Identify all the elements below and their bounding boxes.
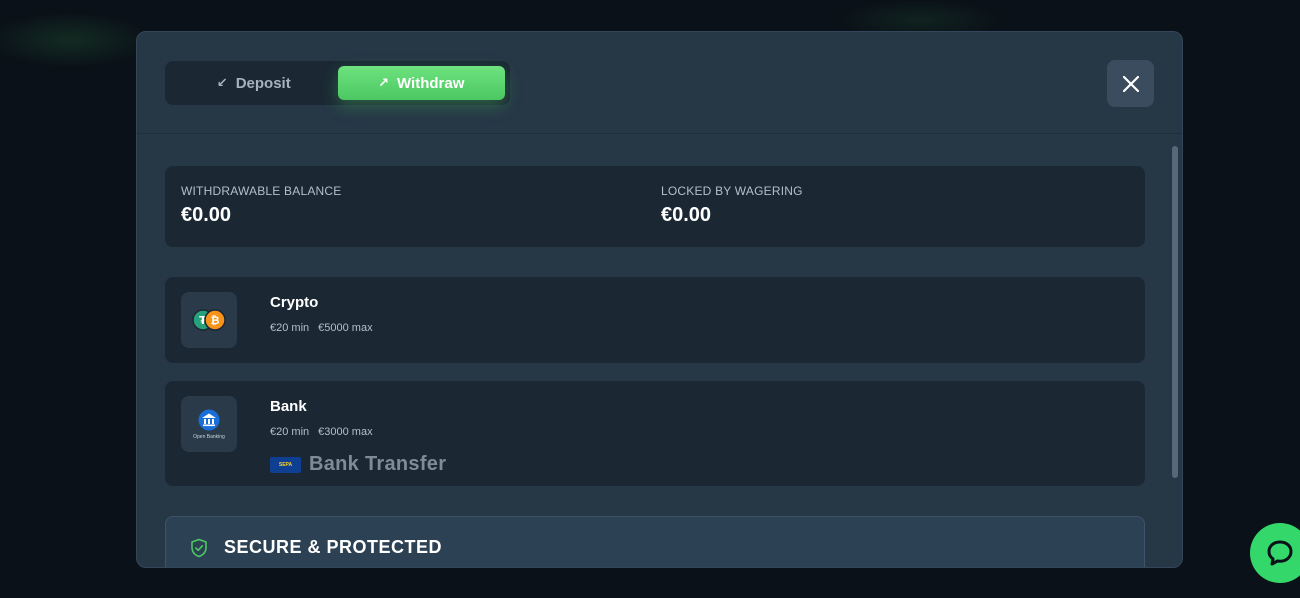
tab-deposit[interactable]: ↙ Deposit xyxy=(170,66,338,100)
withdrawable-balance-label: WITHDRAWABLE BALANCE xyxy=(181,184,342,198)
method-name: Crypto xyxy=(270,294,319,311)
close-icon xyxy=(1122,75,1139,92)
tab-withdraw-label: Withdraw xyxy=(397,74,465,92)
open-banking-caption: Open Banking xyxy=(193,433,225,440)
payment-method-bank[interactable]: Open Banking Bank €20 min €3000 max SEPA… xyxy=(165,381,1145,486)
arrow-down-left-icon: ↙ xyxy=(216,75,228,90)
locked-balance-value: €0.00 xyxy=(661,204,712,226)
method-name: Bank xyxy=(270,398,307,415)
method-min: €20 min xyxy=(270,426,310,438)
bank-building-icon xyxy=(198,409,220,430)
method-limits: €20 min €3000 max xyxy=(270,426,373,438)
modal-header: ↙ Deposit ↗ Withdraw xyxy=(137,32,1182,134)
method-max: €3000 max xyxy=(318,426,373,438)
withdrawable-balance-value: €0.00 xyxy=(181,204,232,226)
locked-balance: LOCKED BY WAGERING €0.00 xyxy=(661,184,803,227)
withdraw-modal: ↙ Deposit ↗ Withdraw WITHDRAWABLE BALANC… xyxy=(136,31,1183,568)
tab-deposit-label: Deposit xyxy=(235,74,291,92)
payment-method-crypto[interactable]: ₮ ₿ Crypto €20 min €5000 max xyxy=(165,277,1145,363)
chat-bubble-icon xyxy=(1267,540,1293,566)
sepa-logo-icon: SEPA xyxy=(270,456,301,473)
close-button[interactable] xyxy=(1107,60,1154,107)
withdrawable-balance: WITHDRAWABLE BALANCE €0.00 xyxy=(181,184,341,227)
tab-withdraw[interactable]: ↗ Withdraw xyxy=(337,66,505,100)
secure-title-text: SECURE & PROTECTED xyxy=(224,537,443,557)
method-max: €5000 max xyxy=(318,322,373,334)
bank-transfer-label: Bank Transfer xyxy=(309,453,447,475)
arrow-up-right-icon: ↗ xyxy=(378,75,390,90)
method-limits: €20 min €5000 max xyxy=(270,322,373,334)
method-min: €20 min xyxy=(270,322,310,334)
scrollbar-thumb[interactable] xyxy=(1172,146,1178,478)
crypto-coins-graphic: ₮ ₿ xyxy=(192,309,226,331)
modal-scrollbar[interactable] xyxy=(1172,138,1178,564)
secure-title: SECURE & PROTECTED xyxy=(190,537,442,558)
sepa-bank-transfer: SEPA Bank Transfer xyxy=(270,453,446,476)
open-banking-icon: Open Banking xyxy=(181,396,237,452)
balance-summary: WITHDRAWABLE BALANCE €0.00 LOCKED BY WAG… xyxy=(165,166,1145,247)
secure-protected-panel: SECURE & PROTECTED xyxy=(165,516,1145,567)
svg-text:₿: ₿ xyxy=(211,314,220,327)
locked-balance-label: LOCKED BY WAGERING xyxy=(661,184,803,198)
crypto-coins-icon: ₮ ₿ xyxy=(181,292,237,348)
deposit-withdraw-toggle: ↙ Deposit ↗ Withdraw xyxy=(165,61,510,105)
shield-check-icon xyxy=(191,538,207,557)
